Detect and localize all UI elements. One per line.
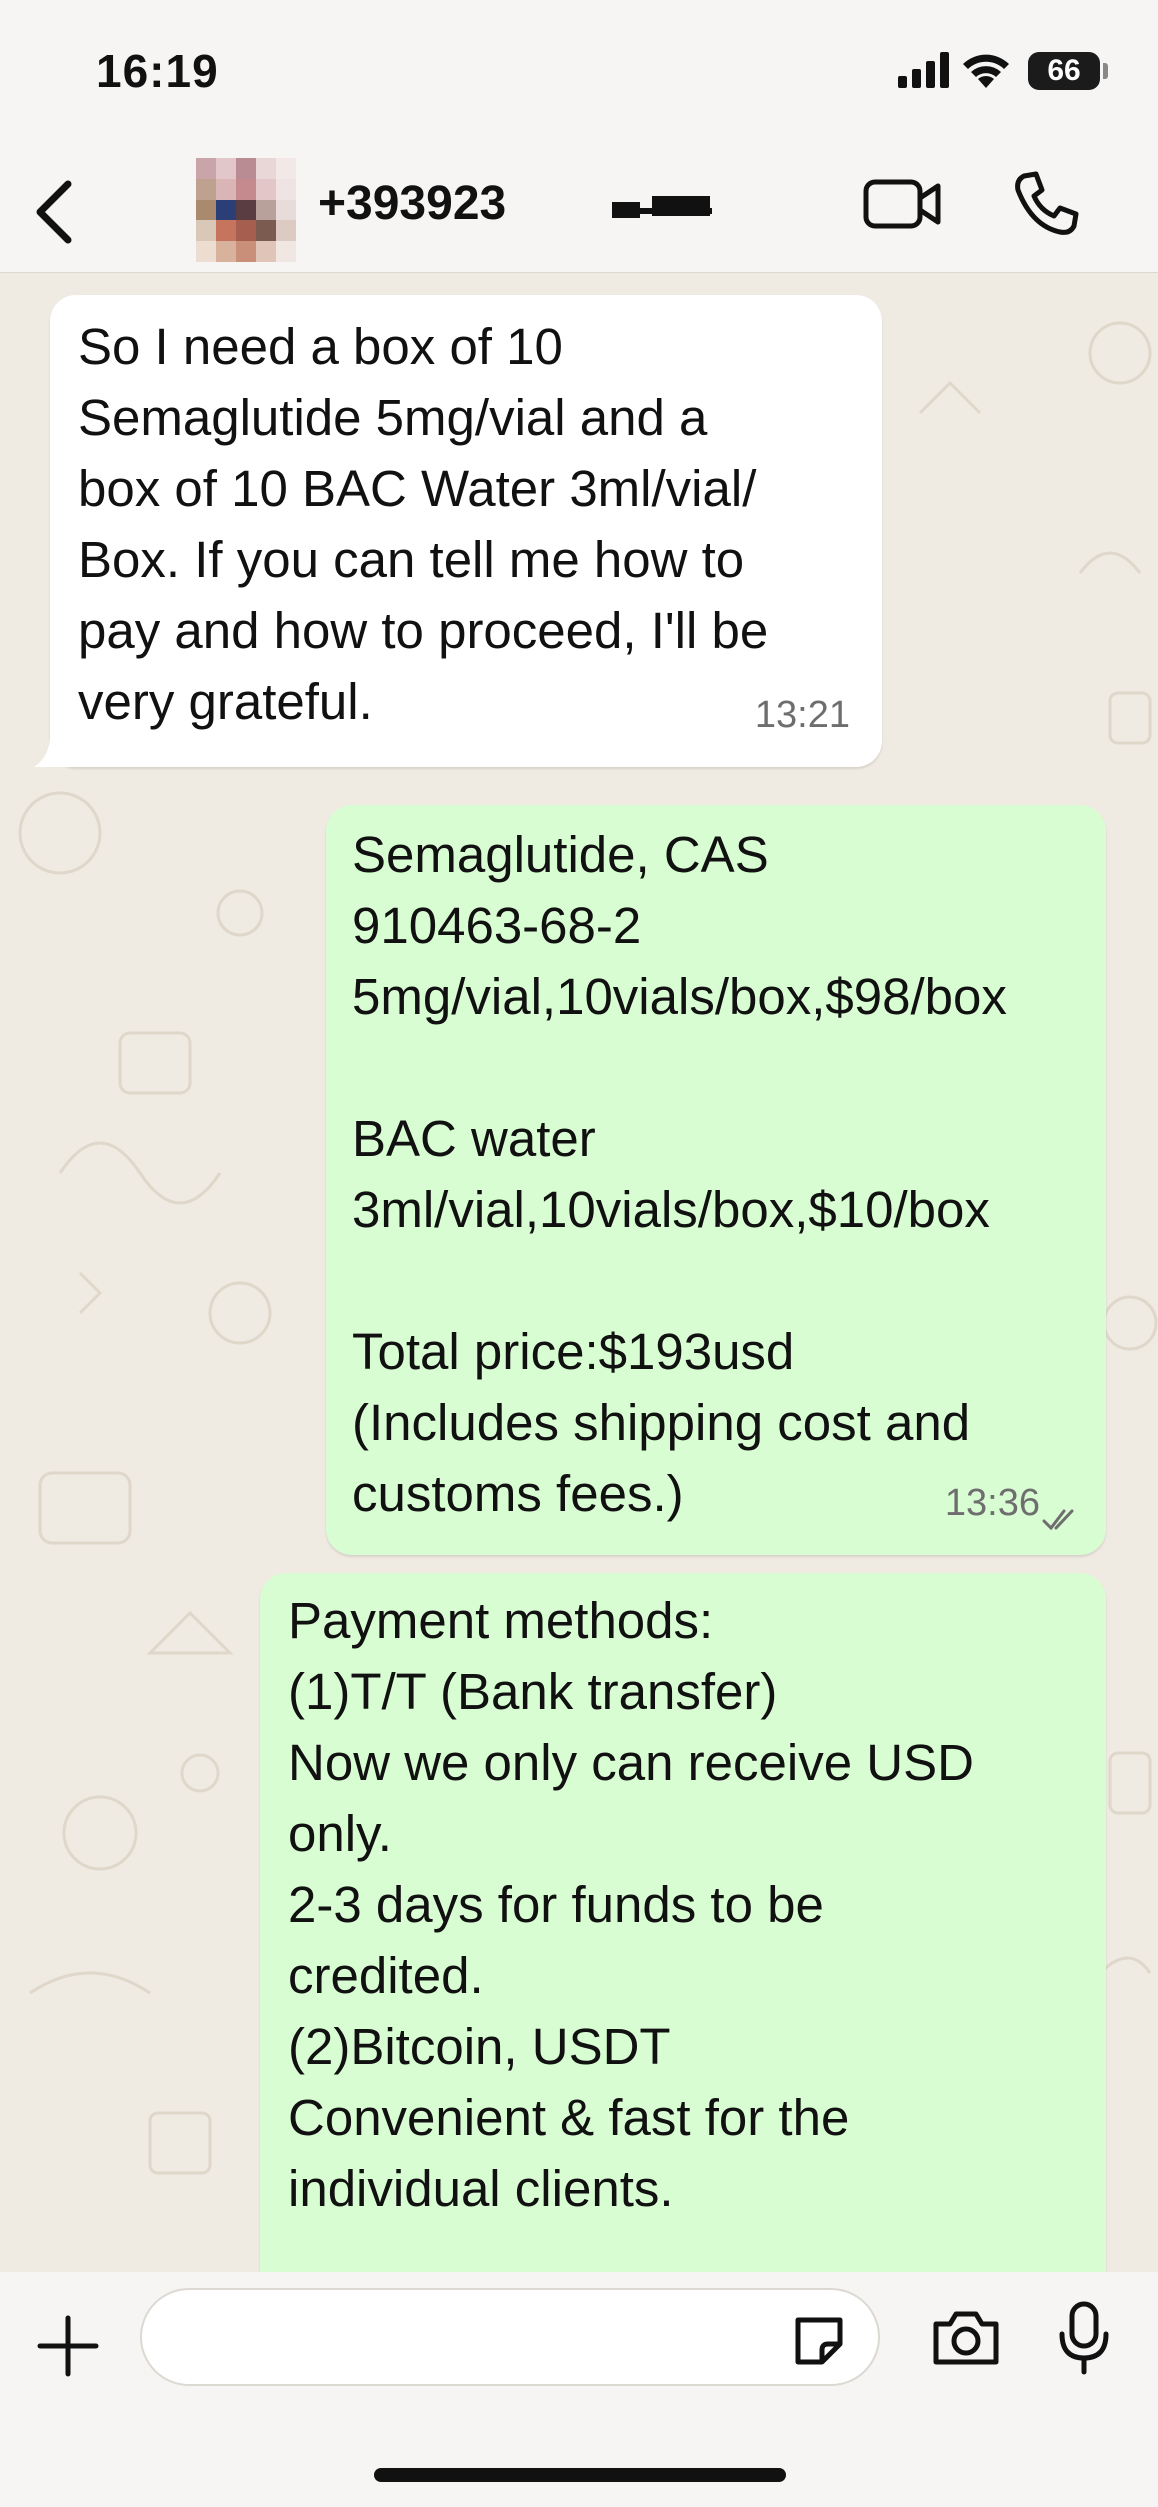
- message-text: So I need a box of 10 Semaglutide 5mg/vi…: [78, 318, 769, 730]
- home-indicator[interactable]: [374, 2468, 786, 2482]
- wifi-icon: [963, 54, 1009, 88]
- status-bar: 16:19 66: [0, 0, 1158, 150]
- cellular-signal-icon: [898, 52, 949, 88]
- battery-tip: [1103, 63, 1108, 79]
- composer-bar: [0, 2272, 1158, 2507]
- battery-indicator: 66: [1028, 52, 1100, 90]
- video-call-icon[interactable]: [862, 172, 944, 236]
- redaction-mark: [612, 208, 712, 214]
- message-text: Payment methods: (1)T/T (Bank transfer) …: [288, 1592, 974, 2217]
- message-bubble-outgoing[interactable]: Payment methods: (1)T/T (Bank transfer) …: [260, 1573, 1106, 2273]
- microphone-icon[interactable]: [1056, 2300, 1112, 2376]
- plus-icon[interactable]: [36, 2314, 100, 2378]
- camera-icon[interactable]: [930, 2308, 1002, 2368]
- message-input[interactable]: [140, 2288, 880, 2386]
- message-timestamp: 13:21: [754, 694, 850, 736]
- bubble-tail: [34, 729, 74, 767]
- voice-call-icon[interactable]: [1010, 168, 1082, 240]
- message-list[interactable]: So I need a box of 10 Semaglutide 5mg/vi…: [0, 273, 1158, 2273]
- message-bubble-outgoing[interactable]: Semaglutide, CAS 910463-68-2 5mg/vial,10…: [326, 805, 1106, 1555]
- message-timestamp: 13:36: [944, 1482, 1040, 1524]
- status-time: 16:19: [96, 45, 219, 97]
- message-bubble-incoming[interactable]: So I need a box of 10 Semaglutide 5mg/vi…: [50, 295, 882, 767]
- avatar[interactable]: [196, 158, 296, 262]
- read-receipt-icon: [1042, 1509, 1074, 1531]
- message-text: Semaglutide, CAS 910463-68-2 5mg/vial,10…: [352, 826, 1007, 1522]
- contact-name[interactable]: +393923: [318, 176, 506, 231]
- chat-header: +393923: [0, 150, 1158, 273]
- back-chevron-icon[interactable]: [22, 172, 92, 252]
- sticker-icon[interactable]: [790, 2312, 848, 2370]
